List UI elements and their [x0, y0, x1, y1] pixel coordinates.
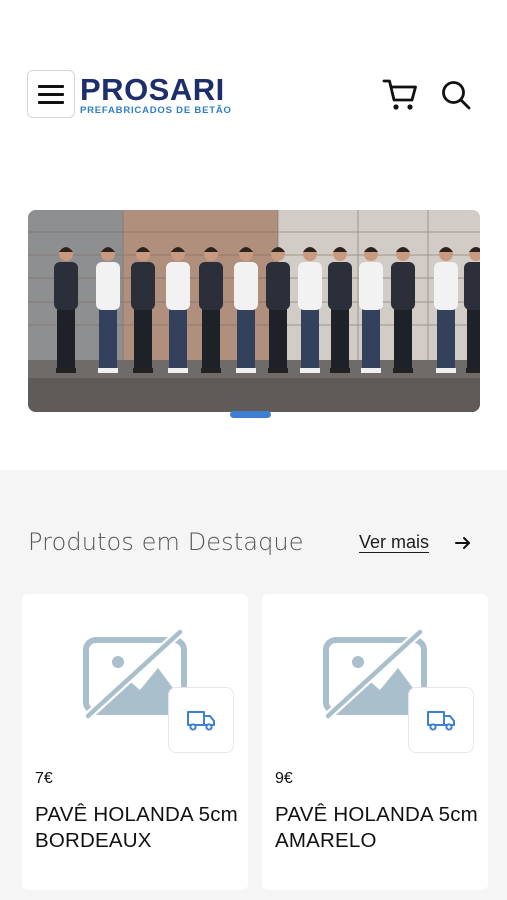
hamburger-menu-icon-line — [38, 92, 64, 96]
carousel-indicator-active[interactable] — [230, 411, 271, 418]
product-price: 9€ — [275, 770, 293, 787]
product-price: 7€ — [35, 770, 53, 787]
see-more-link[interactable]: Ver mais — [359, 532, 429, 553]
person-silhouette — [359, 247, 383, 373]
delivery-truck-icon — [187, 711, 215, 731]
person-silhouette — [328, 247, 352, 373]
cart-button[interactable] — [381, 76, 419, 112]
person-silhouette — [298, 247, 322, 373]
hamburger-menu-icon-line — [38, 100, 64, 104]
site-logo[interactable]: PROSARI PREFABRICADOS DE BETÃO — [80, 74, 266, 118]
arrow-right-icon[interactable] — [454, 534, 472, 552]
logo-tagline: PREFABRICADOS DE BETÃO — [80, 105, 232, 116]
team-photo — [28, 210, 480, 412]
person-silhouette — [131, 247, 155, 373]
cart-icon — [382, 79, 417, 110]
person-silhouette — [166, 247, 190, 373]
person-silhouette — [54, 247, 78, 373]
delivery-truck-icon — [427, 711, 455, 731]
product-name[interactable]: PAVÊ HOLANDA 5cm AMARELO — [275, 802, 480, 854]
logo-wordmark: PROSARI — [80, 72, 225, 107]
hero-banner-image[interactable] — [28, 210, 480, 412]
delivery-badge — [168, 687, 234, 753]
person-silhouette — [391, 247, 415, 373]
product-card[interactable]: 9€ PAVÊ HOLANDA 5cm AMARELO — [262, 594, 488, 890]
person-silhouette — [199, 247, 223, 373]
product-card[interactable]: 7€ PAVÊ HOLANDA 5cm BORDEAUX — [22, 594, 248, 890]
site-header: PROSARI PREFABRICADOS DE BETÃO — [0, 0, 507, 150]
person-silhouette — [96, 247, 120, 373]
person-silhouette — [434, 247, 458, 373]
person-silhouette — [266, 247, 290, 373]
person-silhouette — [234, 247, 258, 373]
search-icon — [442, 81, 471, 110]
page: PROSARI PREFABRICADOS DE BETÃO Produtos … — [0, 0, 507, 900]
menu-button[interactable] — [27, 70, 75, 118]
hamburger-menu-icon — [38, 84, 64, 88]
delivery-badge — [408, 687, 474, 753]
search-button[interactable] — [440, 79, 472, 111]
section-title: Produtos em Destaque — [28, 528, 304, 556]
product-name[interactable]: PAVÊ HOLANDA 5cm BORDEAUX — [35, 802, 240, 854]
